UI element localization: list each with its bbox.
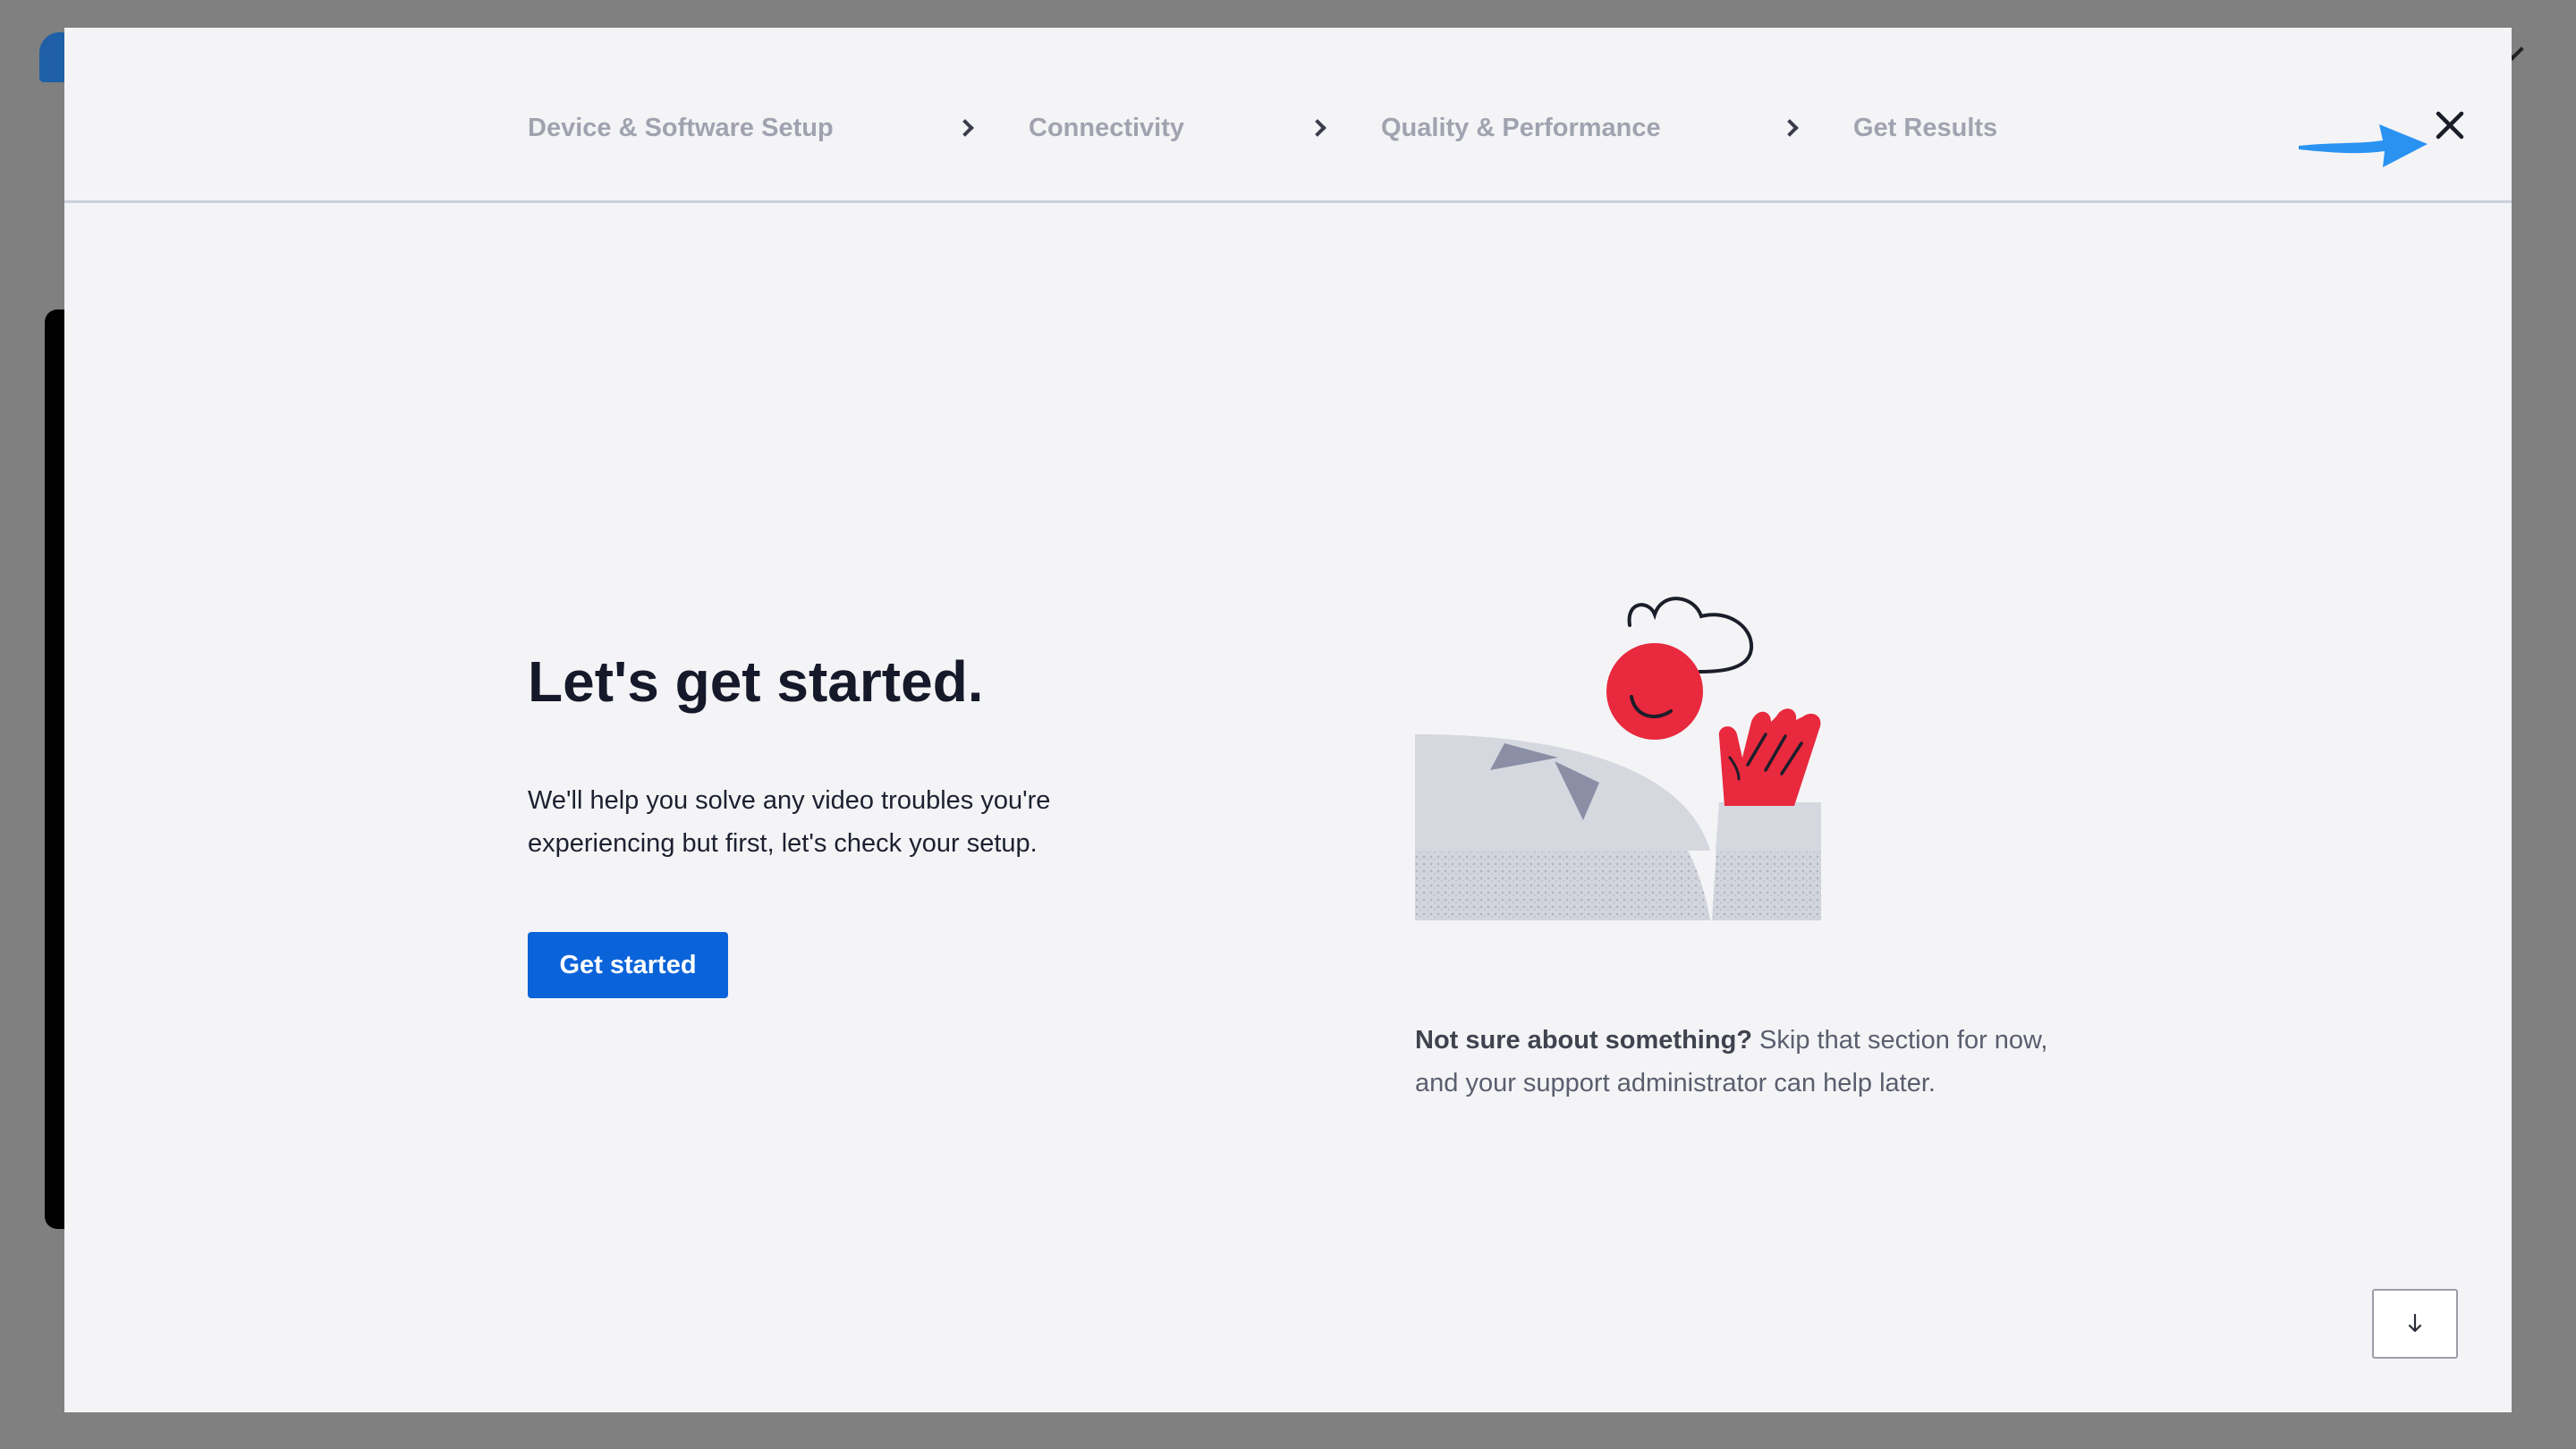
arrow-down-icon bbox=[2408, 1313, 2422, 1333]
annotation-arrow-icon bbox=[2299, 124, 2428, 167]
chevron-right-icon bbox=[1309, 119, 1326, 137]
support-note: Not sure about something? Skip that sect… bbox=[1415, 1019, 2095, 1105]
step-quality-performance: Quality & Performance bbox=[1381, 114, 1661, 142]
waving-person-illustration bbox=[1415, 597, 1821, 920]
close-button[interactable] bbox=[2424, 99, 2476, 151]
setup-wizard-modal: Device & Software Setup Connectivity Qua… bbox=[64, 28, 2512, 1412]
chevron-right-icon bbox=[956, 119, 974, 137]
close-icon bbox=[2436, 111, 2464, 140]
chevron-right-icon bbox=[1781, 119, 1799, 137]
step-device-software-setup: Device & Software Setup bbox=[528, 114, 834, 142]
wizard-header: Device & Software Setup Connectivity Qua… bbox=[64, 28, 2512, 203]
support-note-bold: Not sure about something? bbox=[1415, 1026, 1752, 1055]
step-connectivity: Connectivity bbox=[1029, 114, 1185, 142]
intro-description: We'll help you solve any video troubles … bbox=[528, 786, 1051, 858]
step-get-results: Get Results bbox=[1853, 114, 1998, 142]
page-title: Let's get started. bbox=[528, 649, 984, 714]
scroll-down-button[interactable] bbox=[2372, 1289, 2458, 1359]
get-started-button[interactable]: Get started bbox=[528, 932, 728, 998]
